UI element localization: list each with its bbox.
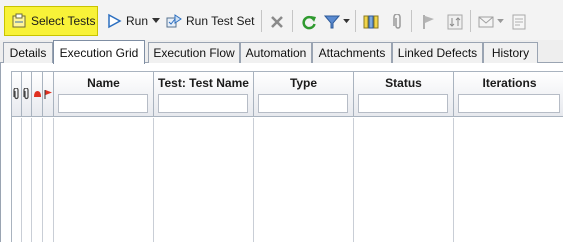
column-title: Type xyxy=(289,76,318,90)
status-filter-input[interactable] xyxy=(358,94,448,113)
attachment-indicator-header[interactable] xyxy=(22,72,32,117)
toolbar-separator xyxy=(292,10,293,32)
tab-label: Details xyxy=(9,46,47,60)
notes-icon xyxy=(512,14,526,30)
tab-attachments[interactable]: Attachments xyxy=(312,42,392,63)
column-header-type[interactable]: Type xyxy=(254,72,354,117)
type-filter-input[interactable] xyxy=(258,94,348,113)
delete-button[interactable] xyxy=(268,13,286,31)
select-tests-button[interactable]: Select Tests xyxy=(4,6,98,36)
run-button[interactable]: Run xyxy=(106,6,161,36)
tab-label: Linked Defects xyxy=(397,46,478,60)
run-icon xyxy=(108,13,122,29)
tab-label: Attachments xyxy=(318,46,386,60)
column-header-test-name[interactable]: Test: Test Name xyxy=(154,72,254,117)
column-header-name[interactable]: Name xyxy=(54,72,154,117)
grid-column-body xyxy=(154,118,254,242)
tab-label: History xyxy=(491,46,530,60)
tab-execution-grid[interactable]: Execution Grid xyxy=(53,40,145,64)
grid-column-body xyxy=(354,118,454,242)
tab-automation[interactable]: Automation xyxy=(240,42,312,63)
filter-icon xyxy=(324,15,340,29)
notes-button[interactable] xyxy=(510,13,528,31)
grid-column-body xyxy=(54,118,154,242)
tab-linked-defects[interactable]: Linked Defects xyxy=(392,42,483,63)
toolbar-separator xyxy=(355,10,356,32)
execution-grid: Name Test: Test Name Type Status Iterati… xyxy=(11,71,563,242)
tab-strip: Details Execution Grid Execution Flow Au… xyxy=(0,40,563,64)
select-tests-icon xyxy=(12,13,26,28)
column-title: Name xyxy=(87,76,120,90)
flag-icon xyxy=(44,89,52,99)
attachment-icon xyxy=(393,14,401,29)
column-header-status[interactable]: Status xyxy=(354,72,454,117)
tab-label: Execution Flow xyxy=(153,46,235,60)
attachment-icon xyxy=(13,88,19,100)
run-label: Run xyxy=(126,14,149,28)
column-title: Status xyxy=(385,76,422,90)
run-test-set-icon xyxy=(166,14,182,28)
tab-history[interactable]: History xyxy=(483,42,538,63)
execution-grid-panel: Name Test: Test Name Type Status Iterati… xyxy=(0,63,563,242)
tab-label: Execution Grid xyxy=(59,45,139,60)
run-test-set-button[interactable]: Run Test Set xyxy=(166,6,254,36)
mail-button[interactable] xyxy=(477,13,495,31)
columns-button[interactable] xyxy=(362,13,380,31)
column-title: Test: Test Name xyxy=(158,76,249,90)
flag-indicator-header[interactable] xyxy=(43,72,54,117)
flag-icon xyxy=(423,15,434,29)
refresh-button[interactable] xyxy=(300,13,318,31)
grid-column-body xyxy=(32,118,43,242)
toolbar: Select Tests Run Run Test Set xyxy=(0,0,563,40)
grid-column-body xyxy=(254,118,354,242)
attachment-icon xyxy=(23,88,29,100)
refresh-icon xyxy=(302,15,316,30)
alert-indicator-header[interactable] xyxy=(32,72,43,117)
iterations-filter-input[interactable] xyxy=(458,94,560,113)
attachment-button[interactable] xyxy=(389,13,407,31)
dropdown-arrow-icon[interactable] xyxy=(152,18,161,24)
test-name-filter-input[interactable] xyxy=(158,94,248,113)
toolbar-separator xyxy=(411,10,412,32)
attachment-indicator-header[interactable] xyxy=(12,72,22,117)
mail-dropdown-icon[interactable] xyxy=(497,19,504,24)
tab-details[interactable]: Details xyxy=(3,42,53,63)
grid-column-body xyxy=(43,118,54,242)
filter-dropdown-icon[interactable] xyxy=(343,19,350,24)
sort-icon xyxy=(447,14,463,30)
column-header-iterations[interactable]: Iterations xyxy=(454,72,563,117)
column-title: Iterations xyxy=(482,76,537,90)
tab-execution-flow[interactable]: Execution Flow xyxy=(148,42,240,63)
flag-button[interactable] xyxy=(420,13,438,31)
mail-icon xyxy=(478,16,494,28)
sort-button[interactable] xyxy=(446,13,464,31)
grid-column-body xyxy=(22,118,32,242)
grid-column-body xyxy=(12,118,22,242)
delete-icon xyxy=(271,16,283,28)
tab-label: Automation xyxy=(245,46,307,60)
run-test-set-label: Run Test Set xyxy=(186,14,255,28)
select-tests-label: Select Tests xyxy=(31,14,96,28)
name-filter-input[interactable] xyxy=(58,94,148,113)
filter-button[interactable] xyxy=(323,13,341,31)
toolbar-separator xyxy=(261,10,262,32)
columns-icon xyxy=(363,15,379,29)
alert-icon xyxy=(33,90,41,97)
toolbar-separator xyxy=(470,10,471,32)
